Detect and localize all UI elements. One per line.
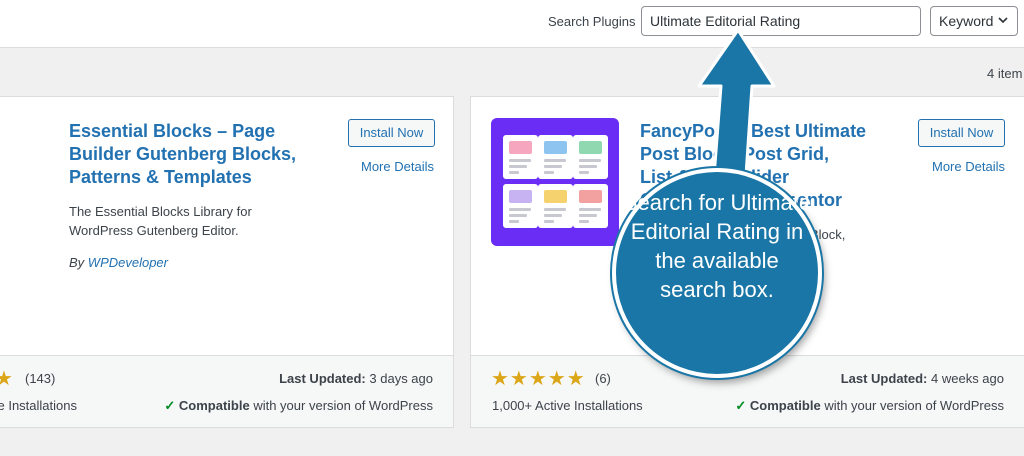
annotation-callout: Search for Ultimate Editorial Rating in …: [612, 168, 822, 378]
callout-text: Search for Ultimate Editorial Rating in …: [622, 190, 812, 302]
annotation-arrow: [697, 28, 776, 192]
